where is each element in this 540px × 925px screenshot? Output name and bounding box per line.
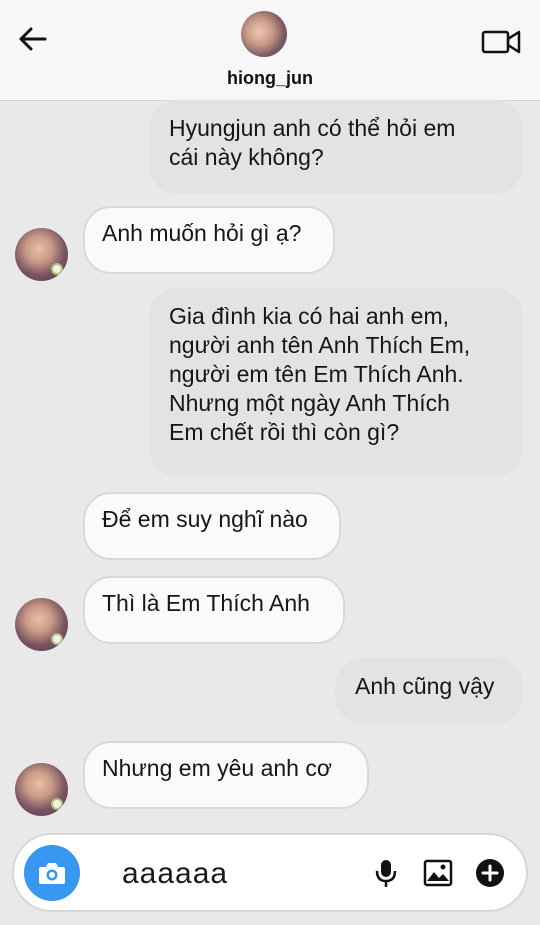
message-incoming[interactable]: Để em suy nghĩ nào [83, 492, 341, 560]
message-text: Anh muốn hỏi gì ạ? [102, 220, 302, 246]
back-arrow-icon[interactable] [16, 22, 50, 56]
message-outgoing[interactable]: Anh cũng vậy [335, 658, 523, 724]
message-incoming[interactable]: Thì là Em Thích Anh [83, 576, 345, 644]
flower-sticker-icon [51, 263, 63, 275]
plus-circle-icon[interactable] [474, 857, 506, 889]
chat-header: hiong_jun [0, 0, 540, 101]
camera-button[interactable] [24, 845, 80, 901]
flower-sticker-icon [51, 798, 63, 810]
message-text: Để em suy nghĩ nào [102, 506, 308, 532]
avatar[interactable] [15, 763, 68, 816]
header-username[interactable]: hiong_jun [0, 68, 540, 89]
message-incoming[interactable]: Anh muốn hỏi gì ạ? [83, 206, 335, 274]
message-composer: aaaaaa [12, 833, 528, 912]
message-text: Anh cũng vậy [355, 673, 495, 699]
camera-icon [39, 863, 65, 884]
message-text: Hyungjun anh có thể hỏi em cái này không… [169, 115, 456, 170]
message-incoming[interactable]: Nhưng em yêu anh cơ [83, 741, 369, 809]
flower-sticker-icon [51, 633, 63, 645]
microphone-icon[interactable] [370, 857, 402, 889]
message-outgoing[interactable]: Hyungjun anh có thể hỏi em cái này không… [149, 100, 523, 194]
video-call-icon[interactable] [480, 26, 522, 58]
message-outgoing[interactable]: Gia đình kia có hai anh em, người anh tê… [149, 288, 523, 477]
avatar[interactable] [15, 598, 68, 651]
avatar[interactable] [15, 228, 68, 281]
gallery-icon[interactable] [422, 857, 454, 889]
message-input[interactable]: aaaaaa [122, 857, 228, 891]
message-text: Thì là Em Thích Anh [102, 590, 310, 616]
header-avatar[interactable] [241, 11, 287, 57]
message-text: Nhưng em yêu anh cơ [102, 755, 332, 781]
message-text: Gia đình kia có hai anh em, người anh tê… [169, 303, 471, 445]
